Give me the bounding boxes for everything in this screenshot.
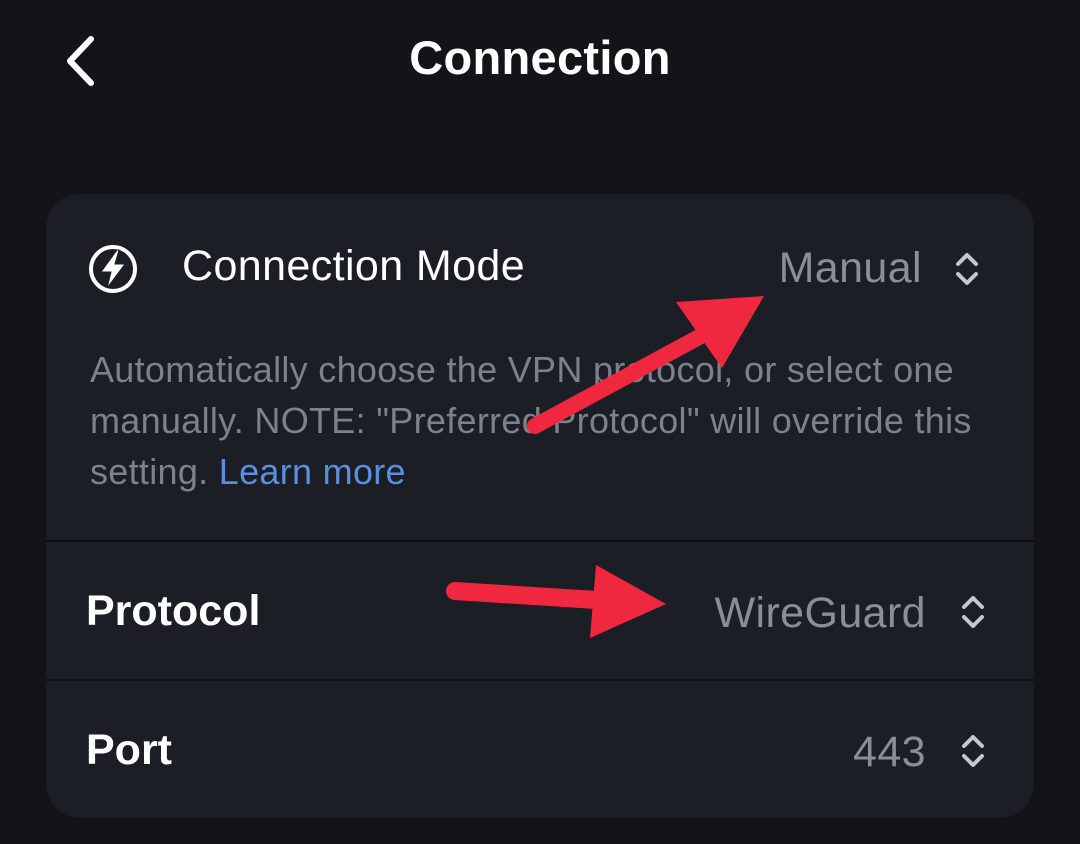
port-row[interactable]: Port 443 xyxy=(46,681,1034,818)
settings-card: Connection Mode Manual Automatically cho… xyxy=(46,194,1034,818)
protocol-row[interactable]: Protocol WireGuard xyxy=(46,542,1034,680)
port-value[interactable]: 443 xyxy=(853,728,926,777)
lightning-bolt-icon xyxy=(89,245,137,293)
up-down-chevron-icon xyxy=(962,735,984,767)
protocol-label: Protocol xyxy=(86,587,261,635)
header: Connection xyxy=(0,0,1080,124)
connection-mode-value[interactable]: Manual xyxy=(779,244,922,293)
page-title: Connection xyxy=(409,31,671,84)
connection-mode-description: Automatically choose the VPN protocol, o… xyxy=(90,344,990,497)
up-down-chevron-icon xyxy=(962,596,984,628)
connection-mode-label: Connection Mode xyxy=(182,242,526,290)
connection-mode-row[interactable]: Connection Mode Manual xyxy=(46,194,1034,344)
up-down-chevron-icon xyxy=(956,253,978,285)
protocol-value[interactable]: WireGuard xyxy=(715,589,926,638)
learn-more-link[interactable]: Learn more xyxy=(219,451,406,492)
port-label: Port xyxy=(86,726,172,774)
